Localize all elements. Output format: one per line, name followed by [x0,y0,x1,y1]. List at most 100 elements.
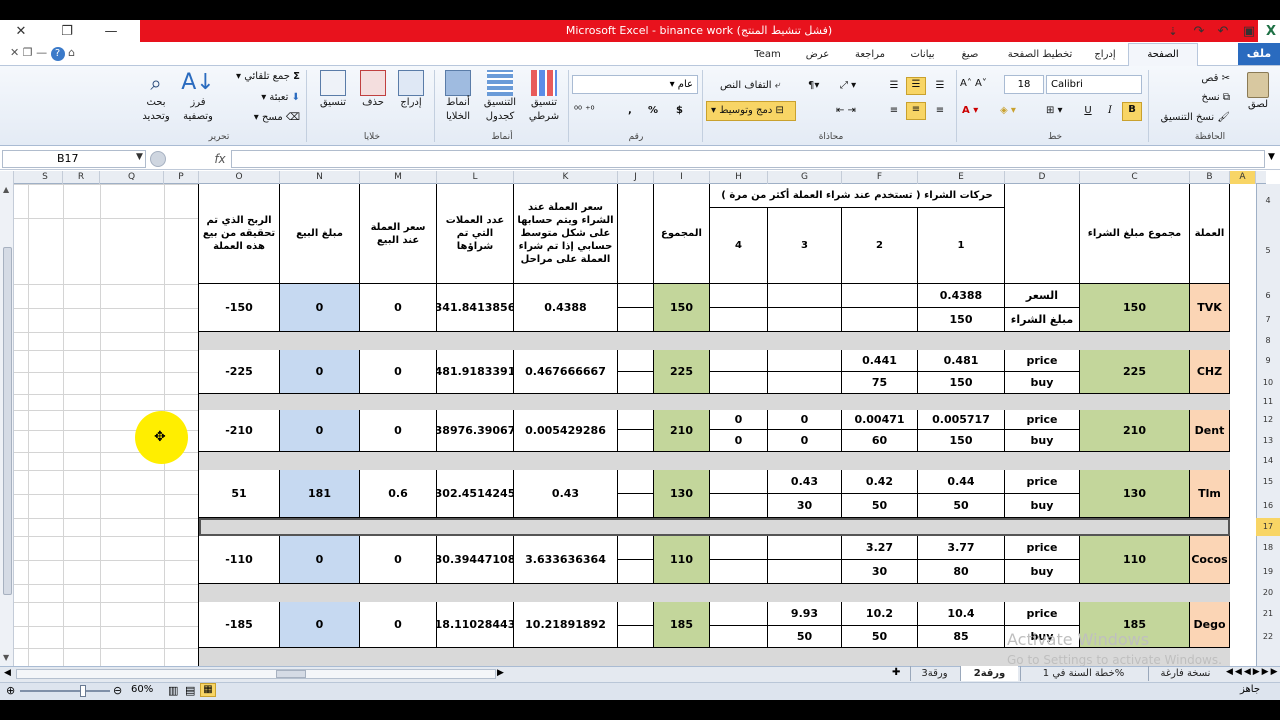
buy-price-h[interactable] [710,602,768,626]
sheet-tab[interactable]: خطة السنة في 1% [1020,666,1146,681]
total-buy[interactable]: 130 [1080,470,1190,518]
coin-name[interactable]: Tlm [1190,470,1230,518]
buy-price-g[interactable] [768,350,842,372]
header-coins[interactable]: عدد العملات التي تم شراؤها [437,184,514,284]
avg-price-cell[interactable]: 3.633636364 [514,536,618,584]
row-label-buy[interactable]: مبلغ الشراء [1005,308,1080,332]
conditional-format-button[interactable]: تنسيق شرطي [522,70,566,124]
coin-name[interactable]: CHZ [1190,350,1230,394]
header-move-1[interactable]: 1 [918,208,1005,284]
column-header-g[interactable]: G [768,171,842,184]
buy-amount-h[interactable] [710,626,768,648]
total-buy[interactable]: 225 [1080,350,1190,394]
column-header-a[interactable]: A [1230,171,1256,184]
buy-amount-g[interactable] [768,560,842,584]
column-header-h[interactable]: H [710,171,768,184]
blank-cell[interactable] [618,350,654,372]
coin-name[interactable]: Cocos [1190,536,1230,584]
undo-icon[interactable]: ↶ [1210,22,1236,42]
fill-color-icon[interactable]: ◈ ▾ [1000,104,1026,118]
header-total-buy[interactable]: مجموع مبلغ الشراء [1080,184,1190,284]
row-label-price[interactable]: price [1005,470,1080,494]
format-as-table-button[interactable]: التنسيق كجدول [478,70,522,124]
column-header-i[interactable]: I [654,171,710,184]
buy-amount-g[interactable] [768,308,842,332]
row-header-12[interactable]: 12 [1256,410,1280,430]
sell-price-cell[interactable]: 0 [360,602,437,648]
row-header-11[interactable]: 11 [1256,394,1280,410]
sum-cell[interactable]: 150 [654,284,710,332]
row-label-price[interactable]: price [1005,350,1080,372]
tab-formulas[interactable]: صيغ [950,46,990,64]
sell-price-cell[interactable]: 0 [360,284,437,332]
close-icon[interactable]: ✕ [10,46,19,59]
hscroll-thumb[interactable] [276,670,306,678]
buy-price-h[interactable] [710,284,768,308]
avg-price-cell[interactable]: 10.21891892 [514,602,618,648]
buy-price-f[interactable]: 0.42 [842,470,918,494]
zoom-level[interactable]: 60% [131,684,153,695]
font-color-icon[interactable]: A ▾ [962,104,992,118]
column-header-f[interactable]: F [842,171,918,184]
row-header-5[interactable]: 5 [1256,218,1280,284]
buy-price-e[interactable]: 3.77 [918,536,1005,560]
buy-price-e[interactable]: 10.4 [918,602,1005,626]
buy-amount-h[interactable] [710,372,768,394]
header-currency[interactable]: العملة [1190,184,1230,284]
row-label-price[interactable]: السعر [1005,284,1080,308]
copy-button[interactable]: نسخ ⧉ [1170,91,1231,105]
row-label-price[interactable]: price [1005,410,1080,430]
coins-cell[interactable]: 30.39447108 [437,536,514,584]
scroll-up-icon[interactable]: ▲ [3,185,9,194]
sheet-tab[interactable]: نسخة فارغة [1148,666,1222,681]
profit-cell[interactable]: 51 [199,470,280,518]
buy-price-e[interactable]: 0.44 [918,470,1005,494]
align-right-icon[interactable]: ≡ [930,104,950,118]
coins-cell[interactable]: 481.9183391 [437,350,514,394]
minimize-icon[interactable]: — [98,22,124,42]
blank-cell[interactable] [618,536,654,560]
blank-cell[interactable] [618,470,654,494]
buy-amount-g[interactable]: 50 [768,626,842,648]
tab-view[interactable]: عرض [795,46,840,64]
column-header-c[interactable]: C [1080,171,1190,184]
buy-amount-f[interactable]: 50 [842,626,918,648]
zoom-slider[interactable] [20,690,110,692]
sum-cell[interactable]: 110 [654,536,710,584]
buy-price-g[interactable]: 0.43 [768,470,842,494]
qat-customize-icon[interactable]: ⇣ [1160,22,1186,42]
buy-price-e[interactable]: 0.4388 [918,284,1005,308]
sell-amount-cell[interactable]: 0 [280,284,360,332]
buy-amount-f[interactable]: 50 [842,494,918,518]
buy-price-h[interactable]: 0 [710,410,768,430]
name-box-dropdown-icon[interactable]: ▼ [136,152,143,162]
find-select-button[interactable]: ⌕ بحث وتحديد [134,70,178,124]
bold-button[interactable]: B [1122,102,1142,121]
buy-price-g[interactable]: 0 [768,410,842,430]
column-header-r[interactable]: R [63,171,100,184]
buy-price-g[interactable]: 9.93 [768,602,842,626]
formula-input[interactable] [231,150,1265,168]
header-profit[interactable]: الربح الذي تم تحقيقه من بيع هذه العملة [199,184,280,284]
row-label-price[interactable]: price [1005,602,1080,626]
zoom-out-icon[interactable]: ⊖ [113,684,122,697]
tab-file[interactable]: ملف [1238,43,1280,65]
row-header-9[interactable]: 9 [1256,350,1280,372]
blank-cell[interactable] [618,560,654,584]
buy-price-e[interactable]: 0.005717 [918,410,1005,430]
header-buy-moves[interactable]: حركات الشراء ( تستخدم عند شراء العملة أك… [710,184,1005,208]
row-header-16[interactable]: 16 [1256,494,1280,518]
buy-price-f[interactable] [842,284,918,308]
font-name-select[interactable]: Calibri [1046,75,1142,94]
row-header-20[interactable]: 20 [1256,584,1280,602]
column-header-j[interactable]: J [618,171,654,184]
italic-button[interactable]: I [1102,104,1118,118]
name-box[interactable]: B17 [2,150,146,168]
close-icon[interactable]: ✕ [8,22,34,42]
row-header-15[interactable]: 15 [1256,470,1280,494]
coin-name[interactable]: Dego [1190,602,1230,648]
cut-button[interactable]: قص ✂ [1170,72,1230,86]
header-move-3[interactable]: 3 [768,208,842,284]
coins-cell[interactable]: 38976.39067 [437,410,514,452]
column-header-k[interactable]: K [514,171,618,184]
